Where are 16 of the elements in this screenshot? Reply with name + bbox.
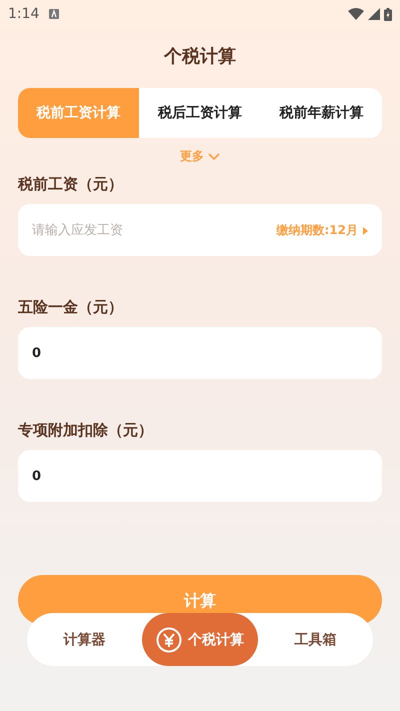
status-time: 1:14 (8, 6, 40, 22)
field-label: 五险一金（元） (18, 298, 124, 317)
input-field[interactable]: 0 (18, 327, 382, 379)
chevron-down-icon (208, 152, 220, 160)
field-label: 专项附加扣除（元） (18, 421, 154, 440)
wifi-icon (348, 8, 364, 20)
signal-icon (368, 8, 380, 20)
field-label: 税前工资（元） (18, 175, 124, 194)
caret-icon (363, 226, 368, 234)
notification-icon (49, 9, 60, 19)
tab[interactable]: 税前年薪计算 (260, 88, 382, 138)
yen-icon (156, 626, 182, 652)
tab[interactable]: 税后工资计算 (139, 88, 261, 138)
page-title: 个税计算 (162, 45, 237, 68)
input-field[interactable]: 0 (18, 450, 382, 502)
battery-icon (384, 8, 392, 20)
